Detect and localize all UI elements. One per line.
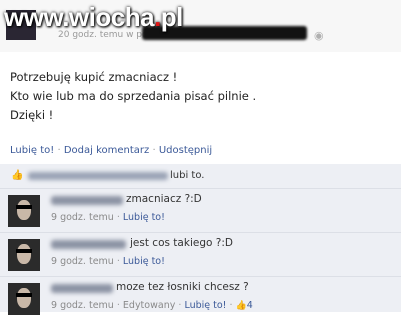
- globe-icon: ◉: [314, 29, 324, 42]
- redacted-commenter-name[interactable]: [51, 284, 113, 293]
- avatar[interactable]: [8, 195, 40, 227]
- avatar[interactable]: [8, 239, 40, 271]
- likes-text: lubi to.: [170, 170, 205, 181]
- separator: ·: [152, 145, 156, 156]
- thumbs-up-icon: 👍: [11, 170, 24, 181]
- likes-summary: 👍 lubi to.: [0, 164, 401, 189]
- comments-section: 👍 lubi to. zmacniacz ?:D 9 godz. temu · …: [0, 164, 401, 315]
- post-actions: Lubię to! · Dodaj komentarz · Udostępnij: [10, 145, 212, 156]
- post-line: Dzięki !: [10, 108, 54, 122]
- comment-time[interactable]: 9 godz. temu: [51, 212, 114, 223]
- separator: ·: [57, 145, 61, 156]
- redacted-commenter-name[interactable]: [51, 240, 126, 249]
- separator: ·: [116, 256, 120, 267]
- post-body: Potrzebuję kupić zmacniacz ! Kto wie lub…: [10, 68, 256, 125]
- comment-link[interactable]: Dodaj komentarz: [64, 145, 149, 156]
- separator: ·: [178, 300, 182, 311]
- separator: ·: [116, 212, 120, 223]
- comment-meta: 9 godz. temu · Lubię to!: [51, 256, 165, 267]
- comment-time[interactable]: 9 godz. temu: [51, 300, 114, 311]
- redacted-commenter-name[interactable]: [51, 196, 123, 205]
- separator: ·: [229, 300, 233, 311]
- comment-time[interactable]: 9 godz. temu: [51, 256, 114, 267]
- post-line: Kto wie lub ma do sprzedania pisać pilni…: [10, 89, 257, 103]
- comment-item: zmacniacz ?:D 9 godz. temu · Lubię to!: [0, 189, 401, 233]
- post-line: Potrzebuję kupić zmacniacz !: [10, 70, 178, 84]
- thumbs-up-icon: 👍: [235, 301, 247, 311]
- edited-label[interactable]: Edytowany: [123, 300, 175, 311]
- like-link[interactable]: Lubię to!: [10, 145, 54, 156]
- comment-text: zmacniacz ?:D: [126, 193, 202, 205]
- comment-like-link[interactable]: Lubię to!: [123, 256, 165, 267]
- comment-item: jest cos takiego ?:D 9 godz. temu · Lubi…: [0, 233, 401, 277]
- comment-text: jest cos takiego ?:D: [130, 237, 233, 249]
- comment-like-link[interactable]: Lubię to!: [184, 300, 226, 311]
- separator: ·: [116, 300, 120, 311]
- comment-meta: 9 godz. temu · Edytowany · Lubię to! · 👍…: [51, 300, 253, 311]
- comment-item: moze tez łosniki chcesz ? 9 godz. temu ·…: [0, 277, 401, 320]
- site-watermark: www.wiocha.pl: [4, 2, 183, 32]
- share-link[interactable]: Udostępnij: [159, 145, 212, 156]
- comment-like-link[interactable]: Lubię to!: [123, 212, 165, 223]
- comment-text: moze tez łosniki chcesz ?: [116, 281, 249, 293]
- redacted-likers[interactable]: [28, 172, 168, 180]
- like-count[interactable]: 4: [247, 300, 253, 311]
- avatar[interactable]: [8, 283, 40, 315]
- comment-meta: 9 godz. temu · Lubię to!: [51, 212, 165, 223]
